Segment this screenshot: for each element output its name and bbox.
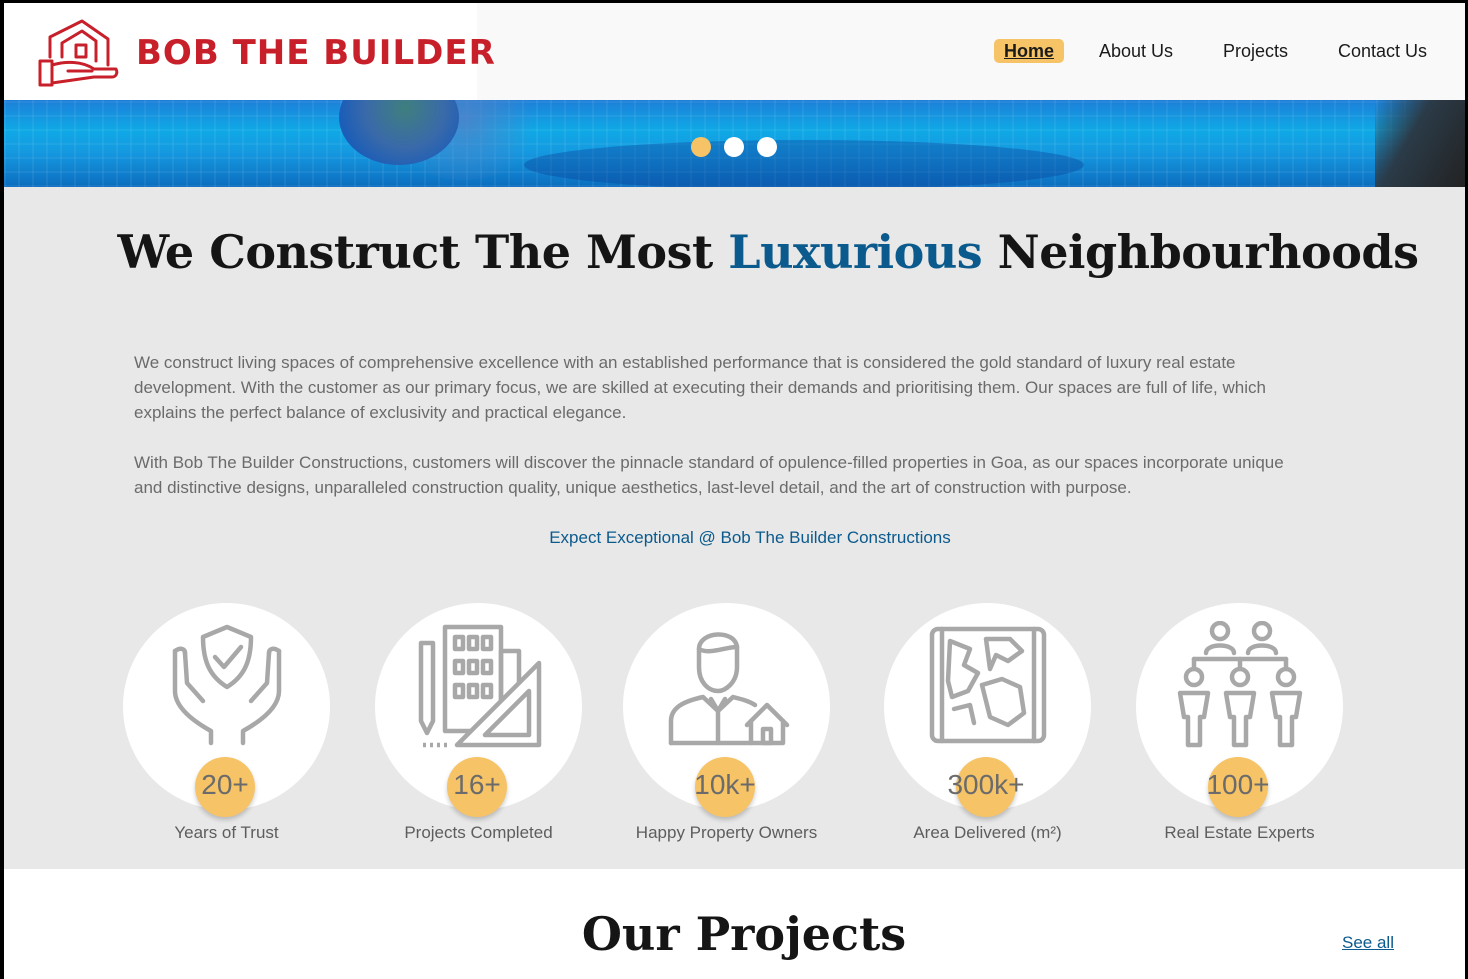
stat-projects-completed: 16+ Projects Completed <box>375 603 585 863</box>
house-hand-logo-icon <box>38 19 119 87</box>
site-header: BOB THE BUILDER Home About Us Projects C… <box>4 3 1465 100</box>
headline-start: We Construct The Most <box>117 225 714 279</box>
stat-badge: 100+ <box>1206 757 1270 817</box>
stat-area-delivered: 300k+ Area Delivered (m²) <box>884 603 1094 863</box>
stat-badge: 300k+ <box>947 757 1025 817</box>
nav-contact-us[interactable]: Contact Us <box>1338 39 1427 63</box>
about-section: We Construct The Most Luxurious Neighbou… <box>4 187 1465 869</box>
stat-label: Happy Property Owners <box>635 823 818 842</box>
about-paragraph-2: With Bob The Builder Constructions, cust… <box>134 453 1284 497</box>
headline-accent: Luxurious <box>728 225 983 279</box>
slider-dot-2[interactable] <box>724 137 744 157</box>
stat-badge: 10k+ <box>694 757 756 817</box>
stat-badge: 16+ <box>447 757 507 817</box>
hands-shield-icon <box>172 624 282 746</box>
slider-dot-3[interactable] <box>757 137 777 157</box>
stat-badge: 20+ <box>195 757 255 817</box>
map-icon <box>929 626 1047 744</box>
nav-projects[interactable]: Projects <box>1223 39 1288 63</box>
slider-dot-1[interactable] <box>691 137 711 157</box>
stat-label: Area Delivered (m²) <box>913 823 1062 842</box>
team-icon <box>1177 621 1303 748</box>
headline-end: Neighbourhoods <box>997 225 1419 279</box>
logo[interactable]: BOB THE BUILDER <box>4 3 495 100</box>
owner-house-icon <box>668 632 790 746</box>
nav-home[interactable]: Home <box>994 39 1065 63</box>
hero-slider <box>4 100 1465 187</box>
about-paragraph-1: We construct living spaces of comprehens… <box>134 353 1266 422</box>
projects-section: Our Projects See all <box>4 869 1465 979</box>
stat-label: Years of Trust <box>174 823 279 842</box>
brand-name: BOB THE BUILDER <box>136 33 496 73</box>
stat-years-of-trust: 20+ Years of Trust <box>123 603 333 863</box>
stat-happy-property-owners: 10k+ Happy Property Owners <box>623 603 833 863</box>
stat-real-estate-experts: 100+ Real Estate Experts <box>1136 603 1346 863</box>
tagline: Expect Exceptional @ Bob The Builder Con… <box>549 528 951 547</box>
stat-label: Projects Completed <box>404 823 553 842</box>
browser-viewport: BOB THE BUILDER Home About Us Projects C… <box>4 3 1465 979</box>
buildings-blueprint-icon <box>418 624 542 748</box>
nav-about-us[interactable]: About Us <box>1099 39 1173 63</box>
page-title: We Construct The Most Luxurious Neighbou… <box>4 225 1465 279</box>
stat-label: Real Estate Experts <box>1164 823 1315 842</box>
see-all-link[interactable]: See all <box>1342 933 1394 953</box>
projects-title: Our Projects <box>581 907 907 961</box>
